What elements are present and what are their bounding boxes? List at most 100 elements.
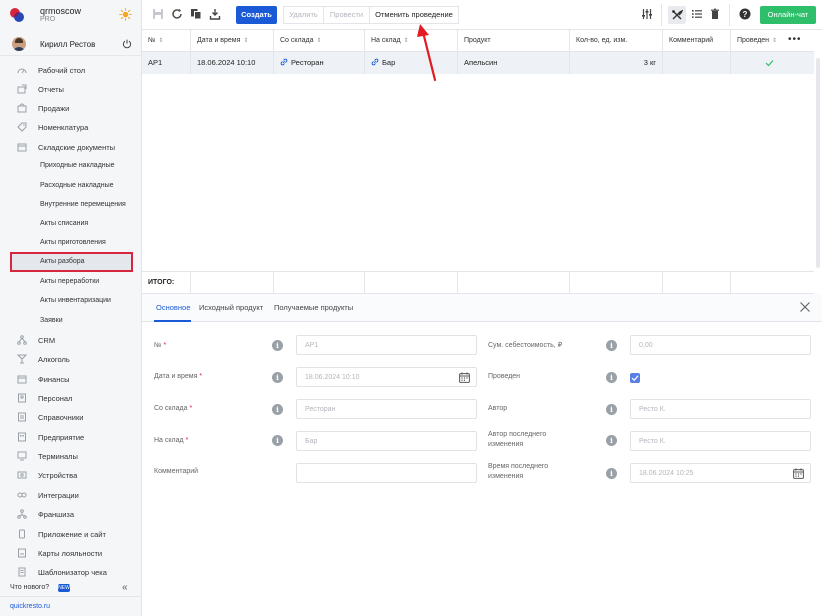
field-label-from: Со склада * [154, 404, 192, 414]
info-icon[interactable]: i [272, 435, 283, 446]
post-button[interactable]: Провести [324, 7, 370, 23]
sidebar-item-label: Продажи [38, 104, 70, 113]
site-link[interactable]: quickresto.ru [10, 603, 50, 610]
sidebar-item-nomenclature[interactable]: Номенклатура [0, 118, 142, 136]
online-chat-button[interactable]: Онлайн-чат [760, 6, 816, 24]
tools-toggle[interactable] [668, 6, 686, 24]
sidebar-subitem-writeoffs[interactable]: Акты списания [0, 215, 142, 233]
more-options-icon[interactable]: ••• [788, 35, 802, 45]
datetime-field[interactable]: 18.06.2024 10:10 [296, 367, 477, 387]
create-button[interactable]: Создать [236, 6, 277, 24]
list-view-icon[interactable] [691, 8, 703, 20]
cell-from[interactable]: Ресторан [274, 52, 365, 74]
user-name: Кирилл Рестов [40, 40, 96, 49]
info-icon[interactable]: i [272, 404, 283, 415]
column-header-comment[interactable]: Комментарий [663, 30, 731, 52]
sidebar-item-crm[interactable]: CRM [0, 331, 142, 349]
column-header-from[interactable]: Со склада ⇕ [274, 30, 365, 52]
field-label-text: Дата и время [154, 373, 198, 380]
sidebar-item-warehouse-docs[interactable]: Складские документы [0, 138, 142, 156]
sidebar-item-reports[interactable]: Отчеты [0, 80, 142, 98]
sidebar-subitem-disassembly[interactable]: Акты разбора [10, 252, 133, 272]
sidebar-item-franchise[interactable]: Франшиза [0, 505, 142, 523]
sidebar-subitem-requests[interactable]: Заявки [0, 312, 142, 330]
sidebar-subitem-cooking[interactable]: Акты приготовления [0, 234, 142, 252]
tab-resulting-products[interactable]: Получаемые продукты [274, 303, 353, 312]
info-icon[interactable]: i [272, 372, 283, 383]
column-header-datetime[interactable]: Дата и время ⇕ [191, 30, 274, 52]
trash-icon[interactable] [709, 8, 721, 20]
number-field[interactable]: AP1 [296, 335, 477, 355]
info-icon[interactable]: i [606, 372, 617, 383]
sidebar-item-receipt-template[interactable]: Шаблонизатор чека [0, 563, 142, 581]
comment-field[interactable] [296, 463, 477, 483]
calendar-icon[interactable] [459, 372, 470, 383]
brand-logo-icon [10, 8, 24, 22]
theme-sun-icon[interactable] [119, 8, 132, 21]
copy-icon[interactable] [190, 8, 202, 20]
sidebar-subitem-incoming[interactable]: Приходные накладные [0, 157, 142, 175]
user-profile[interactable]: Кирилл Рестов [0, 34, 142, 56]
from-warehouse-field[interactable]: Ресторан [296, 399, 477, 419]
sidebar-item-enterprise[interactable]: Предприятие [0, 428, 142, 446]
unpost-button[interactable]: Отменить проведение [370, 7, 458, 23]
sidebar-item-terminals[interactable]: Терминалы [0, 447, 142, 465]
info-icon[interactable]: i [606, 468, 617, 479]
sidebar-subitem-inventory[interactable]: Акты инвентаризации [0, 292, 142, 310]
column-header-quantity[interactable]: Кол-во, ед. изм. [570, 30, 663, 52]
column-header-product[interactable]: Продукт [458, 30, 570, 52]
sidebar-item-loyalty[interactable]: Карты лояльности [0, 544, 142, 562]
info-icon[interactable]: i [606, 435, 617, 446]
sidebar-item-desktop[interactable]: Рабочий стол [0, 61, 142, 79]
tab-main[interactable]: Основное [156, 303, 190, 312]
field-label-number: № * [154, 341, 166, 351]
sidebar-item-devices[interactable]: Устройства [0, 466, 142, 484]
info-icon[interactable]: i [272, 340, 283, 351]
documents-table: № ⇕ Дата и время ⇕ Со склада ⇕ На склад ⇕ Пр… [142, 30, 814, 294]
calendar-icon[interactable] [793, 468, 804, 479]
brand-switcher[interactable]: qrmoscow PRO [0, 0, 142, 30]
whats-new-link[interactable]: Что нового? [10, 584, 49, 591]
column-settings-icon[interactable] [641, 8, 653, 20]
sidebar-subitem-processing[interactable]: Акты переработки [0, 273, 142, 291]
sidebar-item-label: Персонал [38, 394, 73, 403]
to-warehouse-field[interactable]: Бар [296, 431, 477, 451]
column-header-label: Продукт [464, 37, 491, 44]
svg-text:?: ? [743, 10, 748, 19]
sidebar-item-reference[interactable]: Справочники [0, 408, 142, 426]
scrollbar-thumb[interactable] [816, 58, 820, 268]
column-header-number[interactable]: № ⇕ [142, 30, 191, 52]
sidebar-item-sales[interactable]: Продажи [0, 99, 142, 117]
column-header-posted[interactable]: Проведен ⇕ [731, 30, 814, 52]
tab-source-product[interactable]: Исходный продукт [199, 303, 263, 312]
last-modified-field[interactable]: 18.06.2024 10:25 [630, 463, 811, 483]
help-icon[interactable]: ? [739, 8, 751, 20]
sidebar-item-label: Номенклатура [38, 123, 89, 132]
sidebar-subitem-outgoing[interactable]: Расходные накладные [0, 177, 142, 195]
sidebar-subitem-transfers[interactable]: Внутренние перемещения [0, 196, 142, 214]
cost-field[interactable]: 0,00 [630, 335, 811, 355]
sidebar-item-app-site[interactable]: Приложение и сайт [0, 525, 142, 543]
logout-power-icon[interactable] [122, 39, 132, 49]
sidebar-item-staff[interactable]: Персонал [0, 389, 142, 407]
avatar [12, 37, 26, 51]
sidebar-item-finance[interactable]: Финансы [0, 370, 142, 388]
posted-checkbox[interactable] [630, 373, 640, 383]
save-icon[interactable] [152, 8, 164, 20]
info-icon[interactable]: i [606, 340, 617, 351]
delete-button[interactable]: Удалить [284, 7, 324, 23]
refresh-icon[interactable] [171, 8, 183, 20]
close-icon[interactable] [799, 301, 811, 313]
from-warehouse-value: Ресторан [305, 406, 336, 413]
collapse-sidebar-icon[interactable]: « [122, 582, 128, 593]
loyalty-icon [18, 548, 26, 558]
info-icon[interactable]: i [606, 404, 617, 415]
download-icon[interactable] [209, 8, 221, 20]
sidebar-item-alcohol[interactable]: Алкоголь [0, 350, 142, 368]
sidebar-subitem-label: Акты инвентаризации [40, 297, 111, 304]
author-field[interactable]: Ресто К. [630, 399, 811, 419]
last-author-field[interactable]: Ресто К. [630, 431, 811, 451]
table-row[interactable]: AP1 18.06.2024 10:10 Ресторан Бар Апельс… [142, 52, 814, 74]
table-scrollbar[interactable] [814, 30, 822, 294]
sidebar-item-integrations[interactable]: Интеграции [0, 486, 142, 504]
